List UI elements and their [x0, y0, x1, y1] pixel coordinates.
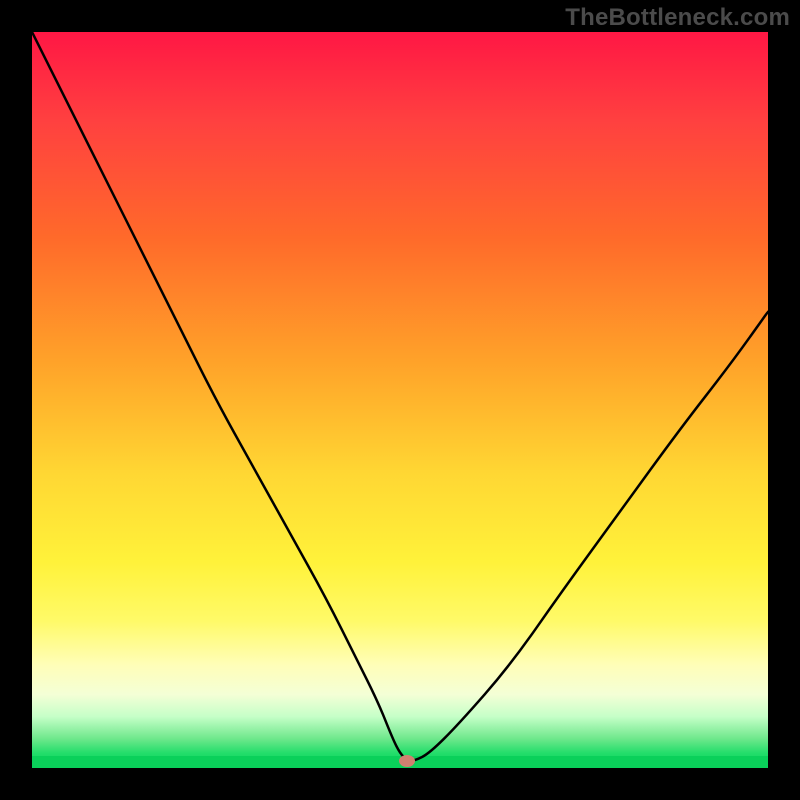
watermark-text: TheBottleneck.com — [565, 4, 790, 32]
plot-background-gradient — [32, 32, 768, 768]
optimal-point-marker — [399, 755, 415, 767]
chart-frame: TheBottleneck.com — [0, 0, 800, 800]
